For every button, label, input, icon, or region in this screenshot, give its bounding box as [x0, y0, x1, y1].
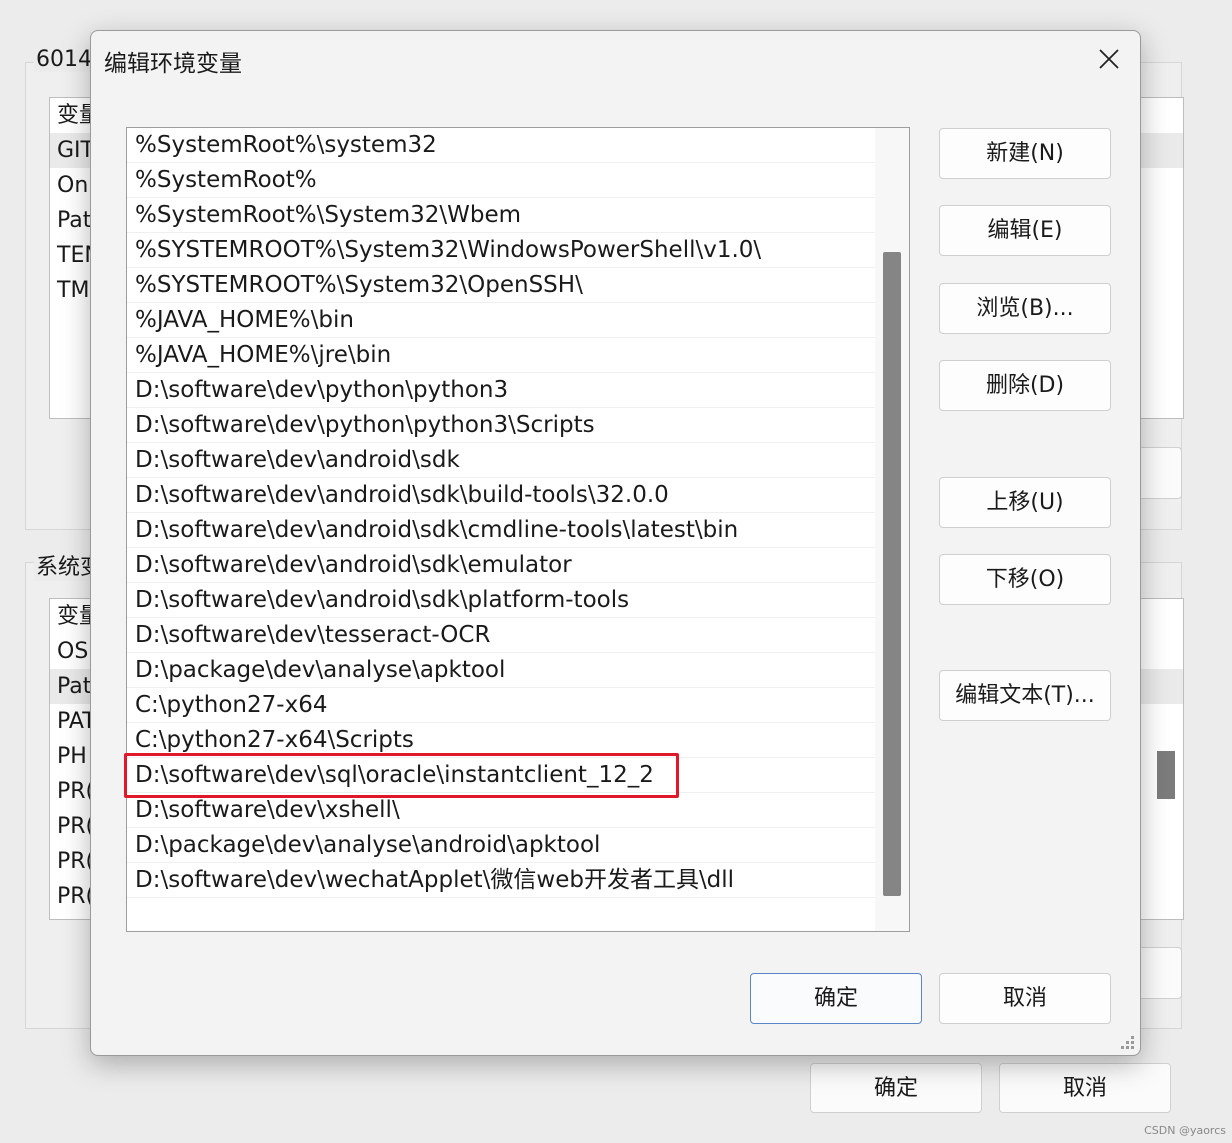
path-entry-row[interactable]: D:\software\dev\android\sdk\emulator	[127, 548, 875, 583]
system-delete-button-edge[interactable]	[1140, 947, 1182, 999]
path-entry-row[interactable]: D:\software\dev\wechatApplet\微信web开发者工具\…	[127, 863, 875, 898]
edit-text-button[interactable]: 编辑文本(T)...	[939, 670, 1111, 721]
path-entry-row[interactable]: D:\software\dev\xshell\	[127, 793, 875, 828]
path-entry-row[interactable]: D:\software\dev\android\sdk\build-tools\…	[127, 478, 875, 513]
path-entry-row[interactable]: C:\python27-x64	[127, 688, 875, 723]
move-down-button[interactable]: 下移(O)	[939, 554, 1111, 605]
delete-button[interactable]: 删除(D)	[939, 360, 1111, 411]
edit-button[interactable]: 编辑(E)	[939, 205, 1111, 256]
path-entry-row[interactable]: %SYSTEMROOT%\System32\OpenSSH\	[127, 268, 875, 303]
path-entry-row[interactable]: D:\software\dev\python\python3	[127, 373, 875, 408]
path-entry-row[interactable]: %SystemRoot%\system32	[127, 128, 875, 163]
edit-environment-variable-dialog: 编辑环境变量 %SystemRoot%\system32 %SystemRoot%…	[90, 30, 1141, 1056]
path-entries-list[interactable]: %SystemRoot%\system32 %SystemRoot% %System…	[126, 127, 910, 932]
parent-ok-button[interactable]: 确定	[810, 1063, 982, 1113]
move-up-button[interactable]: 上移(U)	[939, 477, 1111, 528]
path-entry-row[interactable]: D:\package\dev\analyse\apktool	[127, 653, 875, 688]
watermark: CSDN @yaorcs	[1144, 1124, 1226, 1137]
new-button[interactable]: 新建(N)	[939, 128, 1111, 179]
path-entries-rows: %SystemRoot%\system32 %SystemRoot% %System…	[127, 128, 875, 898]
path-entry-row[interactable]: %SYSTEMROOT%\System32\WindowsPowerShell\…	[127, 233, 875, 268]
browse-button[interactable]: 浏览(B)...	[939, 283, 1111, 334]
dialog-titlebar[interactable]: 编辑环境变量	[91, 31, 1140, 87]
close-icon	[1099, 49, 1119, 69]
close-button[interactable]	[1078, 31, 1140, 87]
path-entry-row[interactable]: C:\python27-x64\Scripts	[127, 723, 875, 758]
path-entry-row[interactable]: D:\software\dev\android\sdk\platform-too…	[127, 583, 875, 618]
user-variables-group-title: 6014	[34, 47, 94, 72]
resize-grip-icon[interactable]	[1120, 1035, 1134, 1049]
path-entry-row[interactable]: D:\software\dev\python\python3\Scripts	[127, 408, 875, 443]
list-scrollbar-thumb[interactable]	[883, 252, 901, 896]
system-list-scrollbar-thumb[interactable]	[1157, 751, 1175, 799]
path-entry-row[interactable]: D:\software\dev\android\sdk	[127, 443, 875, 478]
user-delete-button-edge[interactable]	[1140, 447, 1182, 499]
path-entry-row[interactable]: %SystemRoot%	[127, 163, 875, 198]
path-entry-row[interactable]: D:\software\dev\android\sdk\cmdline-tool…	[127, 513, 875, 548]
path-entry-row[interactable]: D:\software\dev\tesseract-OCR	[127, 618, 875, 653]
parent-cancel-button[interactable]: 取消	[999, 1063, 1171, 1113]
cancel-button[interactable]: 取消	[939, 973, 1111, 1024]
ok-button[interactable]: 确定	[750, 973, 922, 1024]
path-entry-row[interactable]: %JAVA_HOME%\bin	[127, 303, 875, 338]
dialog-title: 编辑环境变量	[104, 51, 242, 77]
path-entry-row[interactable]: %SystemRoot%\System32\Wbem	[127, 198, 875, 233]
path-entry-row[interactable]: D:\software\dev\sql\oracle\instantclient…	[127, 758, 875, 793]
path-entry-row[interactable]: D:\package\dev\analyse\android\apktool	[127, 828, 875, 863]
path-entry-row[interactable]: %JAVA_HOME%\jre\bin	[127, 338, 875, 373]
list-scrollbar[interactable]	[875, 128, 909, 931]
